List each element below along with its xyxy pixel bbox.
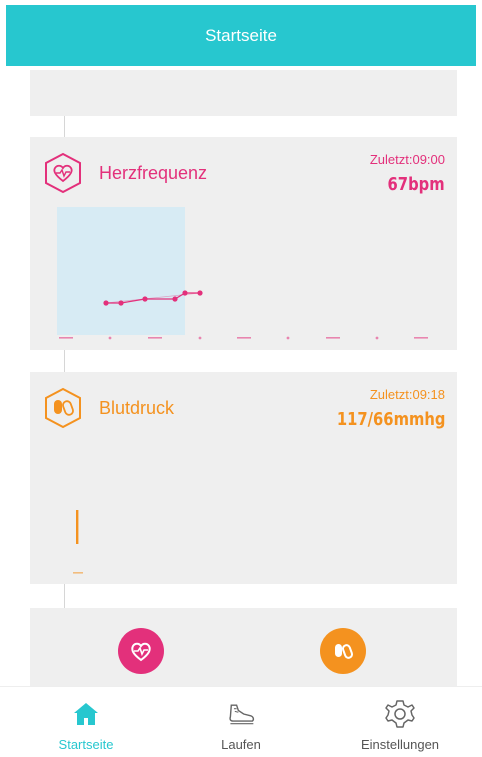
chart-point xyxy=(103,300,109,306)
timeline-line xyxy=(64,350,65,372)
page-title: Startseite xyxy=(205,25,277,45)
app-header: Startseite xyxy=(6,5,476,66)
tab-label: Laufen xyxy=(221,737,261,752)
chart-highlight-region xyxy=(57,207,185,335)
timeline-line xyxy=(64,116,65,137)
heart-rate-card[interactable]: Herzfrequenz Zuletzt:09:00 67bpm xyxy=(30,137,457,350)
tab-einstellungen[interactable]: Einstellungen xyxy=(320,687,480,757)
heart-rate-chart xyxy=(57,207,428,340)
shoe-icon xyxy=(226,699,256,729)
chart-point xyxy=(118,300,124,306)
pills-icon xyxy=(335,644,354,659)
chart-point xyxy=(182,290,188,296)
timeline-line xyxy=(64,584,65,608)
quick-measure-card xyxy=(30,608,457,686)
bottom-tab-bar: Startseite Laufen Einstellungen xyxy=(0,686,482,757)
blood-pressure-bar xyxy=(76,510,79,544)
blood-pressure-card[interactable]: Blutdruck Zuletzt:09:18 117/66mmhg xyxy=(30,372,457,584)
blood-pressure-chart xyxy=(73,510,83,574)
measure-blood-pressure-button[interactable] xyxy=(320,628,366,674)
tab-startseite[interactable]: Startseite xyxy=(6,687,166,757)
measure-heart-rate-button[interactable] xyxy=(118,628,164,674)
tab-label: Startseite xyxy=(58,737,114,752)
chart-point xyxy=(197,290,203,296)
tab-laufen[interactable]: Laufen xyxy=(161,687,321,757)
tab-label: Einstellungen xyxy=(360,737,440,752)
chart-point xyxy=(172,296,178,302)
heart-pulse-icon xyxy=(131,642,151,662)
chart-point xyxy=(142,296,148,302)
x-axis-marks xyxy=(59,336,428,340)
summary-card[interactable] xyxy=(30,70,457,116)
home-icon xyxy=(71,699,101,729)
x-axis-mark xyxy=(73,572,83,574)
gear-icon xyxy=(385,699,415,729)
